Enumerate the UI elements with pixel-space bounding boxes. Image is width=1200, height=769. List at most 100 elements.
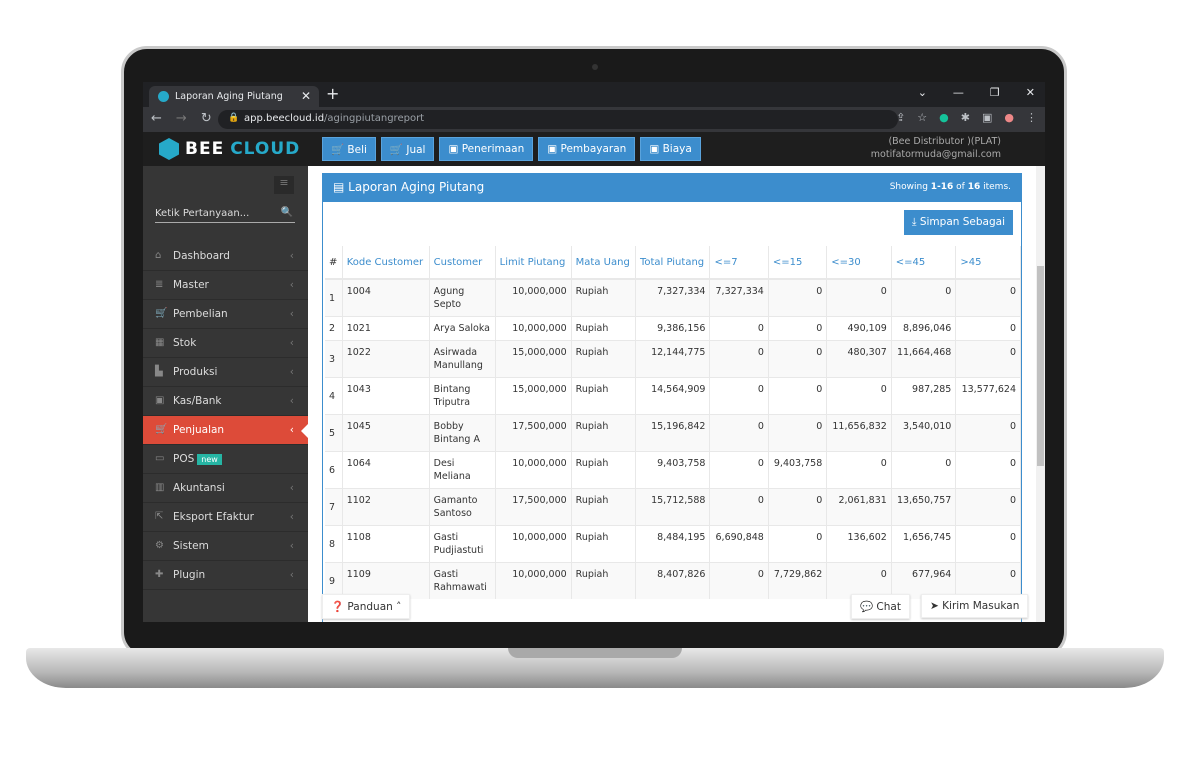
table-cell: 9,403,758 (635, 451, 711, 489)
share-icon[interactable]: ⇪ (896, 111, 905, 124)
profile-avatar[interactable]: ● (1004, 111, 1014, 124)
star-icon[interactable]: ☆ (917, 111, 927, 124)
save-as-button[interactable]: ⤓ Simpan Sebagai (903, 210, 1013, 235)
column-header[interactable]: <=45 (891, 246, 957, 280)
table-cell: 0 (768, 377, 828, 415)
sidebar-item-plugin[interactable]: ✚ Plugin ‹ (143, 561, 308, 590)
table-cell: 2 (325, 316, 343, 341)
table-cell: 7,327,334 (635, 278, 711, 317)
table-cell: 9,386,156 (635, 316, 711, 341)
sidebar-item-kas-bank[interactable]: ▣ Kas/Bank ‹ (143, 387, 308, 416)
table-cell: 1045 (342, 414, 430, 452)
archive-icon: ▦ (155, 337, 165, 348)
grammarly-icon[interactable]: ● (939, 111, 949, 124)
url-host: app.beecloud.id (244, 113, 325, 124)
table-cell: Rupiah (571, 316, 636, 341)
close-tab-icon[interactable]: ✕ (301, 89, 311, 103)
column-header[interactable]: <=30 (826, 246, 892, 280)
sidebar-search-input[interactable]: Ketik Pertanyaan... 🔍 (155, 207, 295, 223)
sidebar-item-penjualan[interactable]: 🛒 Penjualan ‹ (143, 416, 308, 445)
guide-button[interactable]: ❓ Panduan ˄ (322, 594, 411, 619)
column-header[interactable]: Mata Uang (571, 246, 636, 280)
column-header[interactable]: >45 (955, 246, 1021, 280)
sidebar-item-stok[interactable]: ▦ Stok ‹ (143, 329, 308, 358)
sidebar-item-akuntansi[interactable]: ▥ Akuntansi ‹ (143, 474, 308, 503)
table-row: 8 1108 Gasti Pudjiastuti 10,000,000 Rupiah 8,… (325, 525, 1021, 563)
new-tab-button[interactable]: + (326, 84, 339, 103)
table-cell: Gasti Pudjiastuti (429, 525, 496, 563)
report-panel: ▤ Laporan Aging Piutang Showing 1-16 of … (322, 173, 1022, 622)
table-cell: 490,109 (826, 316, 892, 341)
logo-text-a: BEE (185, 139, 225, 159)
url-input[interactable]: 🔒 app.beecloud.id/agingpiutangreport (218, 110, 898, 129)
table-cell: 10,000,000 (495, 525, 572, 563)
sidebar-item-eksport-efaktur[interactable]: ⇱ Eksport Efaktur ‹ (143, 503, 308, 532)
minimize-icon[interactable]: — (953, 86, 964, 99)
column-header[interactable]: Total Piutang (635, 246, 711, 280)
user-company: (Bee Distributor )(PLAT) (888, 136, 1001, 147)
button-label: Pembayaran (560, 143, 627, 155)
table-cell: 1064 (342, 451, 430, 489)
column-header[interactable]: <=15 (768, 246, 828, 280)
table-cell: 1108 (342, 525, 430, 563)
table-cell: 17,500,000 (495, 488, 572, 526)
sidebar-item-dashboard[interactable]: ⌂ Dashboard ‹ (143, 242, 308, 271)
table-cell: 1,656,745 (891, 525, 957, 563)
table-row: 7 1102 Gamanto Santoso 17,500,000 Rupiah 15,7… (325, 488, 1021, 526)
forward-icon[interactable]: → (176, 111, 187, 126)
column-header[interactable]: Limit Piutang (495, 246, 572, 280)
sidebar-item-master[interactable]: ≣ Master ‹ (143, 271, 308, 300)
chat-button[interactable]: 💬 Chat (851, 594, 910, 619)
search-icon[interactable]: 🔍 (281, 207, 293, 218)
gears-icon: ⚙ (155, 540, 164, 551)
penerimaan-button[interactable]: ▣ Penerimaan (439, 137, 534, 161)
table-cell: 1021 (342, 316, 430, 341)
sidebar-item-sistem[interactable]: ⚙ Sistem ‹ (143, 532, 308, 561)
column-header[interactable]: <=7 (709, 246, 769, 280)
biaya-button[interactable]: ▣ Biaya (640, 137, 701, 161)
table-cell: 0 (709, 488, 769, 526)
pembayaran-button[interactable]: ▣ Pembayaran (538, 137, 636, 161)
sidepanel-icon[interactable]: ▣ (982, 111, 992, 124)
jual-button[interactable]: 🛒 Jual (380, 137, 435, 161)
menu-icon[interactable]: ⋮ (1026, 111, 1037, 124)
table-cell: 7 (325, 488, 343, 526)
sidebar-item-label: Akuntansi (173, 482, 225, 494)
extensions-icon[interactable]: ✱ (961, 111, 970, 124)
puzzle-icon: ✚ (155, 569, 164, 580)
browser-tab[interactable]: Laporan Aging Piutang ✕ (149, 86, 319, 107)
table-cell: Asirwada Manullang (429, 340, 496, 378)
feedback-button[interactable]: ➤ Kirim Masukan (921, 594, 1029, 618)
table-cell: 0 (826, 377, 892, 415)
table-cell: 0 (955, 278, 1021, 317)
table-row: 6 1064 Desi Meliana 10,000,000 Rupiah 9,403,7… (325, 451, 1021, 489)
sidebar-item-produksi[interactable]: ▙ Produksi ‹ (143, 358, 308, 387)
sidebar-item-pos[interactable]: ▭ POS new (143, 445, 308, 474)
table-cell: Rupiah (571, 525, 636, 563)
table-cell: 1102 (342, 488, 430, 526)
close-window-icon[interactable]: ✕ (1026, 86, 1035, 99)
table-cell: 5 (325, 414, 343, 452)
chevron-left-icon: ‹ (289, 395, 294, 407)
scrollbar[interactable] (1036, 166, 1045, 622)
sidebar-item-label: Dashboard (173, 250, 230, 262)
chevron-left-icon: ‹ (289, 308, 294, 320)
table-cell: 0 (955, 316, 1021, 341)
tab-search-icon[interactable]: ⌄ (918, 86, 927, 99)
reload-icon[interactable]: ↻ (201, 111, 212, 126)
sidebar-item-label: Sistem (173, 540, 209, 552)
beecloud-logo[interactable]: BEE CLOUD (159, 138, 300, 160)
column-header[interactable]: Kode Customer (342, 246, 430, 280)
table-cell: 13,577,624 (955, 377, 1021, 415)
sidebar-item-pembelian[interactable]: 🛒 Pembelian ‹ (143, 300, 308, 329)
column-header[interactable]: Customer (429, 246, 496, 280)
restore-icon[interactable]: ❐ (990, 86, 1000, 99)
table-cell: 0 (768, 525, 828, 563)
beli-button[interactable]: 🛒 Beli (322, 137, 376, 161)
table-cell: 6,690,848 (709, 525, 769, 563)
user-info[interactable]: (Bee Distributor )(PLAT) motifatormuda@gm… (871, 135, 1001, 161)
table-cell: 0 (768, 488, 828, 526)
back-icon[interactable]: ← (151, 111, 162, 126)
hamburger-icon[interactable]: ≡ (274, 176, 294, 194)
lock-icon: 🔒 (228, 113, 240, 123)
